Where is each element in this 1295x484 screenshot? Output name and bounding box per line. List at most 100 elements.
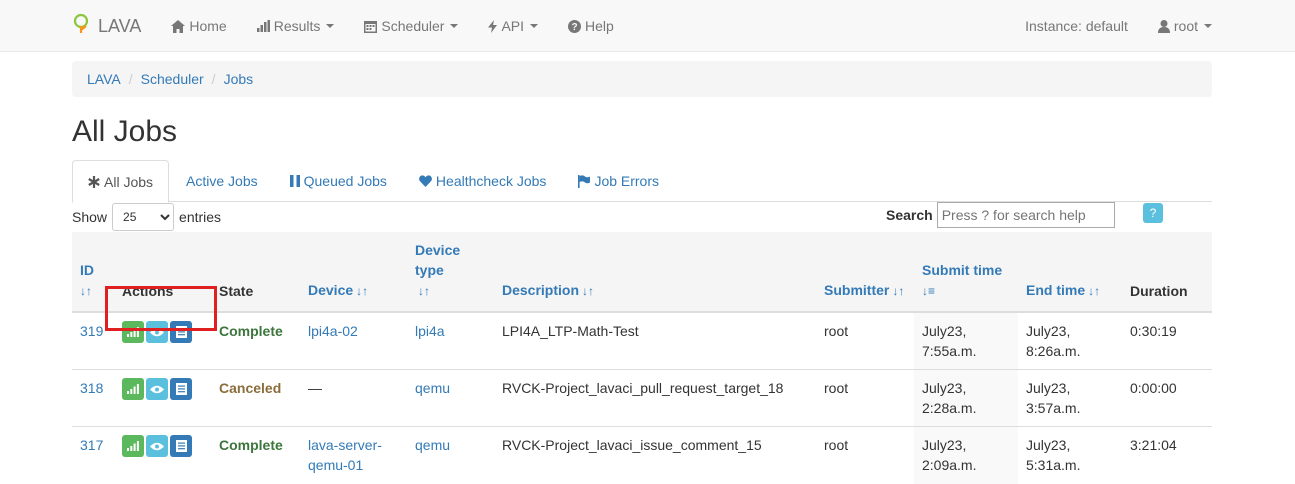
list-icon — [175, 383, 187, 395]
page-title: All Jobs — [72, 115, 178, 148]
row-actions — [114, 369, 211, 427]
bar-chart-icon — [256, 20, 270, 32]
entries-label: entries — [179, 209, 222, 225]
col-description[interactable]: Description ↓↑ — [494, 232, 816, 313]
job-id-link[interactable]: 319 — [80, 323, 103, 339]
brand-link[interactable]: LAVA — [72, 13, 141, 40]
sort-desc-icon: ↓≡ — [922, 284, 936, 298]
flash-icon — [488, 19, 498, 33]
signal-bars-icon — [127, 327, 139, 337]
jobs-table: ID ↓↑ Actions State Device ↓↑ Device type↓… — [72, 232, 1212, 484]
job-end-time: July23, 3:57a.m. — [1018, 369, 1122, 427]
col-end-time[interactable]: End time ↓↑ — [1018, 232, 1122, 313]
instance-label: Instance: default — [1025, 18, 1128, 34]
search-input[interactable] — [936, 202, 1115, 228]
pause-icon — [289, 175, 300, 187]
table-row: 319 Complete lpi4a-02 lpi4a LPI4A_LTP-Ma… — [72, 311, 1212, 370]
table-row: 318 Canceled — qemu RVCK-Project_lavaci_… — [72, 369, 1212, 427]
job-id-link[interactable]: 318 — [80, 380, 103, 396]
tab-healthcheck-jobs-label: Healthcheck Jobs — [435, 173, 547, 189]
nav-api-label: API — [501, 18, 525, 34]
job-definition-button[interactable] — [170, 321, 192, 343]
flag-icon — [578, 174, 591, 188]
job-definition-button[interactable] — [170, 378, 192, 400]
show-label: Show — [72, 209, 108, 225]
col-duration-label: Duration — [1130, 283, 1188, 299]
nav-api[interactable]: API — [488, 18, 539, 34]
nav-results[interactable]: Results — [256, 18, 335, 34]
search-help-button[interactable]: ? — [1143, 203, 1163, 223]
breadcrumb-jobs[interactable]: Jobs — [224, 71, 254, 87]
device-type-link[interactable]: qemu — [415, 380, 450, 396]
breadcrumb: LAVA / Scheduler / Jobs — [72, 61, 1212, 97]
user-menu[interactable]: root — [1157, 18, 1212, 34]
breadcrumb-scheduler[interactable]: Scheduler — [141, 71, 204, 87]
job-id-link[interactable]: 317 — [80, 437, 103, 453]
col-state-label: State — [219, 283, 254, 299]
tab-queued-jobs-label: Queued Jobs — [303, 173, 387, 189]
search-control: Search — [886, 202, 1115, 228]
breadcrumb-lava[interactable]: LAVA — [87, 71, 121, 87]
lava-logo-icon — [72, 13, 92, 40]
eye-icon — [150, 385, 164, 393]
col-actions: Actions — [114, 232, 211, 313]
job-description: LPI4A_LTP-Math-Test — [494, 311, 816, 370]
asterisk-icon — [88, 175, 100, 188]
device-type-link[interactable]: lpi4a — [415, 323, 445, 339]
view-job-button[interactable] — [146, 321, 168, 343]
col-device-type-label: Device type — [415, 242, 461, 278]
tab-active-jobs[interactable]: Active Jobs — [171, 160, 273, 202]
col-id[interactable]: ID ↓↑ — [72, 232, 114, 313]
eye-icon — [150, 442, 164, 450]
device-link[interactable]: lava-server-qemu-01 — [308, 437, 382, 473]
nav-help[interactable]: ? Help — [568, 18, 614, 34]
col-device[interactable]: Device ↓↑ — [300, 232, 407, 313]
job-submitter: root — [816, 369, 914, 427]
home-icon — [171, 19, 186, 33]
svg-text:?: ? — [571, 22, 577, 33]
col-submitter-label: Submitter — [824, 282, 890, 298]
job-state: Complete — [211, 426, 300, 484]
search-label: Search — [886, 207, 933, 223]
sort-icon: ↓↑ — [418, 284, 430, 298]
job-state: Canceled — [211, 369, 300, 427]
row-actions — [114, 426, 211, 484]
job-duration: 3:21:04 — [1122, 426, 1212, 484]
user-name: root — [1173, 18, 1198, 34]
signal-bars-icon — [127, 384, 139, 394]
chevron-down-icon — [1204, 24, 1212, 28]
results-button[interactable] — [122, 378, 144, 400]
col-submitter[interactable]: Submitter ↓↑ — [816, 232, 914, 313]
col-device-label: Device — [308, 282, 354, 298]
col-device-type[interactable]: Device type ↓↑ — [407, 232, 494, 313]
chevron-down-icon — [450, 24, 459, 28]
nav-home-label: Home — [189, 18, 227, 34]
job-description: RVCK-Project_lavaci_issue_comment_15 — [494, 426, 816, 484]
job-tabs: All Jobs Active Jobs Queued Jobs Healthc… — [72, 160, 1212, 203]
nav-home[interactable]: Home — [171, 18, 227, 34]
calendar-icon — [364, 20, 378, 33]
list-icon — [175, 326, 187, 338]
col-id-label: ID — [80, 262, 94, 278]
device-type-link[interactable]: qemu — [415, 437, 450, 453]
tab-healthcheck-jobs[interactable]: Healthcheck Jobs — [404, 160, 562, 202]
job-end-time: July23, 5:31a.m. — [1018, 426, 1122, 484]
results-button[interactable] — [122, 435, 144, 457]
view-job-button[interactable] — [146, 435, 168, 457]
nav-scheduler[interactable]: Scheduler — [364, 18, 459, 34]
col-submit-time[interactable]: Submit time ↓≡ — [914, 232, 1018, 313]
tab-job-errors[interactable]: Job Errors — [563, 160, 674, 202]
col-duration: Duration — [1122, 232, 1212, 313]
tab-all-jobs[interactable]: All Jobs — [72, 160, 170, 203]
table-row: 317 Complete lava-server-qemu-01 qemu RV… — [72, 426, 1212, 484]
device-link[interactable]: lpi4a-02 — [308, 323, 358, 339]
tab-all-jobs-label: All Jobs — [104, 173, 154, 190]
results-button[interactable] — [122, 321, 144, 343]
sort-icon: ↓↑ — [1088, 284, 1101, 298]
signal-bars-icon — [127, 441, 139, 451]
view-job-button[interactable] — [146, 378, 168, 400]
entries-select[interactable]: 25 — [112, 203, 175, 231]
job-submit-time: July23, 2:09a.m. — [914, 426, 1018, 484]
job-definition-button[interactable] — [170, 435, 192, 457]
tab-queued-jobs[interactable]: Queued Jobs — [275, 160, 402, 202]
